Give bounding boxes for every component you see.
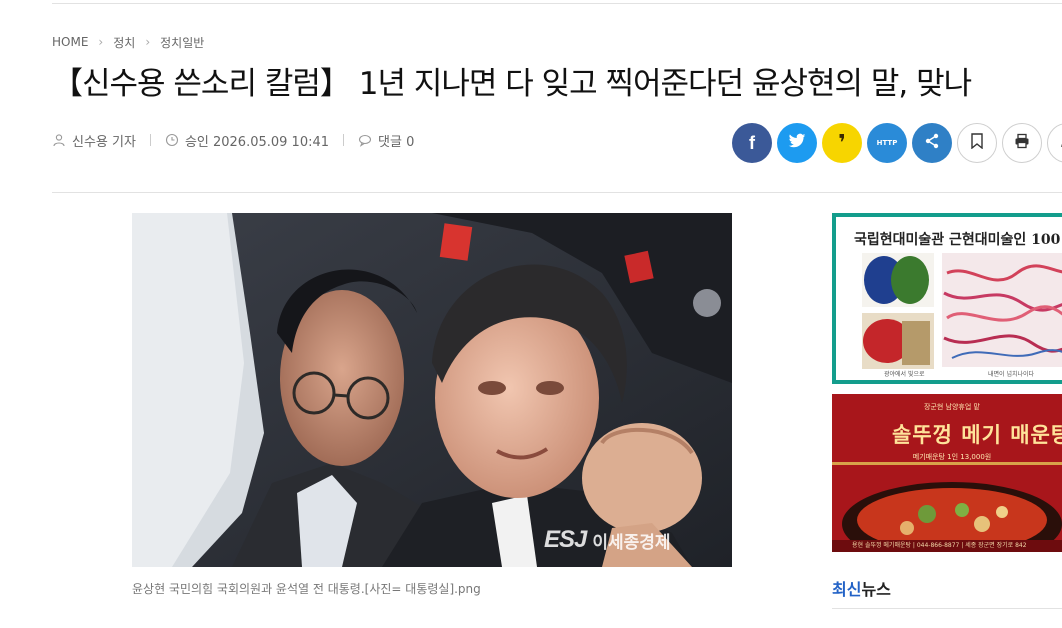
meta-divider <box>343 134 345 146</box>
http-link-icon: HTTP <box>876 139 898 147</box>
copy-url-button[interactable]: HTTP <box>867 123 907 163</box>
ad1-caption-left: 광야에서 빛으로 <box>884 371 925 378</box>
meta-divider <box>149 134 151 146</box>
top-divider <box>52 3 1062 4</box>
author-name[interactable]: 신수용 기자 <box>72 131 136 150</box>
photo-illustration <box>132 213 732 567</box>
chevron-right-icon: › <box>145 35 151 49</box>
twitter-icon <box>788 133 806 153</box>
esj-logo: ESJ <box>544 526 587 553</box>
ad2-footer: 용현 솔뚜껑 메기매운탕 | 044-866-8877 | 세종 장군면 장기로… <box>832 540 1062 552</box>
article-headline: 【신수용 쓴소리 칼럼】 1년 지나면 다 잊고 찍어준다던 윤상현의 말, 맞… <box>52 66 972 102</box>
facebook-icon: f <box>749 132 755 153</box>
facebook-share-button[interactable]: f <box>732 123 772 163</box>
ad2-headline: 솔뚜껑 메기 매운탕 <box>892 422 1062 447</box>
latest-news-heading: 최신뉴스 <box>832 576 891 600</box>
share-icon <box>924 133 940 153</box>
latest-highlight: 최신 <box>832 580 862 599</box>
ad-banner-museum[interactable]: 국립현대미술관 근현대미술인 100 광야에서 빛으로 내면이 넘치나이다 <box>832 213 1062 384</box>
photo-watermark: ESJ 이세종경제 <box>544 526 671 554</box>
author-info: 신수용 기자 <box>52 131 136 150</box>
print-button[interactable] <box>1002 123 1042 163</box>
printer-icon <box>1014 133 1030 153</box>
email-button[interactable] <box>1047 123 1062 163</box>
ad2-top-text: 장군현 남양휴업 맡 <box>924 403 980 411</box>
kakao-story-icon: ❜ <box>838 130 846 156</box>
share-button[interactable] <box>912 123 952 163</box>
clock-icon <box>165 133 179 147</box>
breadcrumb: HOME › 정치 › 정치일반 <box>52 33 204 51</box>
comments-info[interactable]: 댓글 0 <box>358 131 414 150</box>
breadcrumb-home[interactable]: HOME <box>52 35 88 49</box>
breadcrumb-politics[interactable]: 정치 <box>113 34 135 51</box>
latest-divider <box>832 608 1062 609</box>
ad1-artwork <box>862 253 1062 369</box>
article-photo[interactable]: ESJ 이세종경제 <box>132 213 732 567</box>
latest-rest: 뉴스 <box>861 580 891 599</box>
twitter-share-button[interactable] <box>777 123 817 163</box>
breadcrumb-politics-general[interactable]: 정치일반 <box>160 34 204 51</box>
ad2-stew-image <box>832 462 1062 552</box>
ad1-caption-right: 내면이 넘치나이다 <box>988 371 1035 378</box>
photo-caption: 윤상현 국민의힘 국회의원과 윤석열 전 대통령.[사진= 대통령실].png <box>132 582 481 596</box>
share-toolbar: f ❜ HTTP <box>732 123 1062 163</box>
article-meta: 신수용 기자 승인 2026.05.09 10:41 댓글 0 <box>52 128 414 152</box>
comment-count[interactable]: 댓글 0 <box>378 131 414 150</box>
bookmark-icon <box>971 133 983 153</box>
person-icon <box>52 133 66 147</box>
watermark-text: 이세종경제 <box>592 532 671 553</box>
comment-icon <box>358 133 372 147</box>
kakao-story-share-button[interactable]: ❜ <box>822 123 862 163</box>
chevron-right-icon: › <box>98 35 104 49</box>
bookmark-button[interactable] <box>957 123 997 163</box>
approved-datetime: 승인 2026.05.09 10:41 <box>184 134 330 150</box>
approved-info: 승인 2026.05.09 10:41 <box>165 131 329 150</box>
ad-banner-restaurant[interactable]: 장군현 남양휴업 맡 솔뚜껑 메기 매운탕 메기매운탕 1인 13,000원 용… <box>832 394 1062 552</box>
header-divider <box>52 192 1062 193</box>
ad2-sub-text: 메기매운탕 1인 13,000원 <box>912 453 992 461</box>
